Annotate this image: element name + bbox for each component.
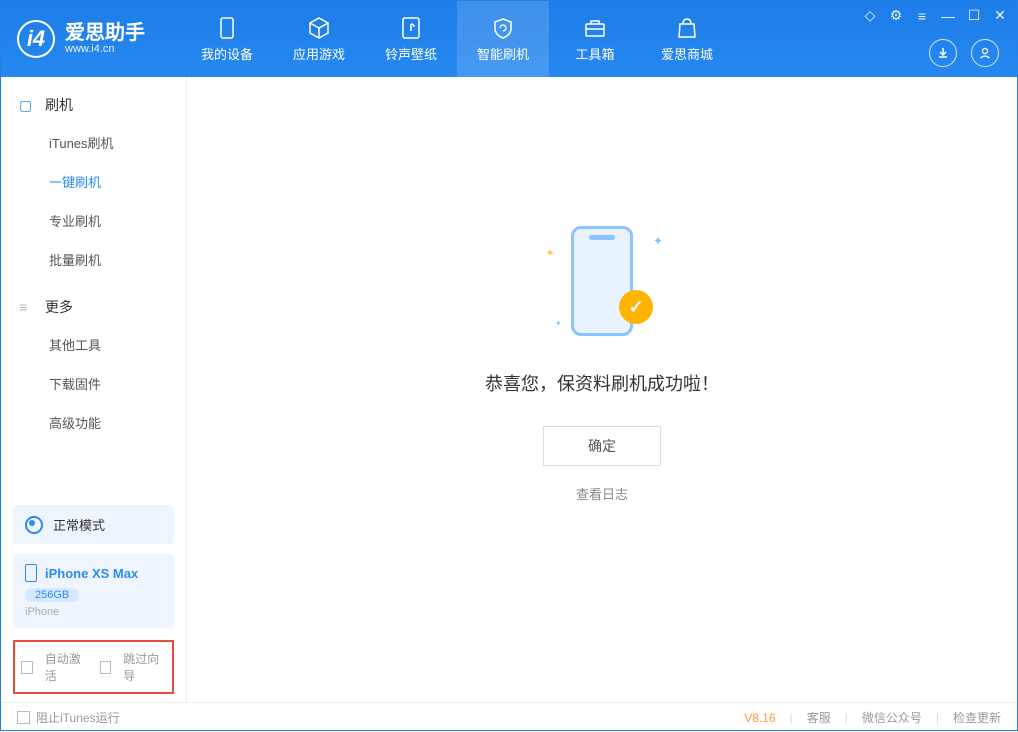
device-name: iPhone XS Max [45, 566, 138, 581]
menu-icon[interactable]: ≡ [913, 8, 931, 24]
nav-label: 智能刷机 [477, 44, 529, 63]
app-title: 爱思助手 [65, 23, 145, 43]
confirm-button[interactable]: 确定 [543, 426, 661, 466]
nav-ringtone-wallpaper[interactable]: 铃声壁纸 [365, 1, 457, 77]
section-title: 更多 [45, 297, 73, 317]
nav-label: 我的设备 [201, 44, 253, 63]
list-icon: ≡ [19, 299, 35, 315]
refresh-shield-icon [491, 16, 515, 40]
bag-icon [675, 16, 699, 40]
sidebar-item-advanced[interactable]: 高级功能 [1, 403, 186, 442]
sidebar: ▢ 刷机 iTunes刷机 一键刷机 专业刷机 批量刷机 ≡ 更多 其他工具 下… [1, 77, 187, 702]
user-icon[interactable] [971, 39, 999, 67]
minimize-icon[interactable]: — [939, 8, 957, 24]
app-header: i4 爱思助手 www.i4.cn 我的设备 应用游戏 铃声壁纸 智能刷机 工具… [1, 1, 1017, 77]
check-update-link[interactable]: 检查更新 [953, 709, 1001, 726]
logo-area: i4 爱思助手 www.i4.cn [1, 20, 161, 58]
main-nav: 我的设备 应用游戏 铃声壁纸 智能刷机 工具箱 爱思商城 [181, 1, 733, 77]
checkbox-auto-activate[interactable] [21, 661, 33, 674]
customer-service-link[interactable]: 客服 [807, 709, 831, 726]
nav-my-device[interactable]: 我的设备 [181, 1, 273, 77]
divider: | [936, 711, 939, 725]
music-file-icon [399, 16, 423, 40]
section-title: 刷机 [45, 95, 73, 115]
sparkle-icon: ✦ [653, 234, 663, 248]
checkbox-skip-guide[interactable] [100, 661, 112, 674]
cube-icon [307, 16, 331, 40]
version-label: V8.16 [744, 711, 775, 725]
device-mode-label: 正常模式 [53, 515, 105, 534]
sidebar-section-more: ≡ 更多 其他工具 下载固件 高级功能 [1, 279, 186, 442]
block-itunes-label: 阻止iTunes运行 [36, 709, 120, 726]
divider: | [845, 711, 848, 725]
footer-bar: 阻止iTunes运行 V8.16 | 客服 | 微信公众号 | 检查更新 [1, 702, 1017, 732]
skip-guide-label: 跳过向导 [123, 650, 166, 684]
device-mode-row[interactable]: 正常模式 [13, 505, 174, 544]
app-logo-icon: i4 [17, 20, 55, 58]
sidebar-header-flash: ▢ 刷机 [1, 91, 186, 123]
sparkle-icon: ✦ [545, 246, 555, 260]
view-log-link[interactable]: 查看日志 [576, 484, 628, 503]
success-illustration: ✦ ✦ ✦ ✓ [537, 216, 667, 346]
nav-label: 铃声壁纸 [385, 44, 437, 63]
sidebar-item-pro-flash[interactable]: 专业刷机 [1, 201, 186, 240]
highlighted-options-box: 自动激活 跳过向导 [13, 640, 174, 694]
theme-icon[interactable]: ◇ [861, 7, 879, 24]
footer-left: 阻止iTunes运行 [17, 709, 120, 726]
sidebar-item-itunes-flash[interactable]: iTunes刷机 [1, 123, 186, 162]
settings-icon[interactable]: ⚙ [887, 7, 905, 24]
sidebar-section-flash: ▢ 刷机 iTunes刷机 一键刷机 专业刷机 批量刷机 [1, 77, 186, 279]
sidebar-item-download-firmware[interactable]: 下载固件 [1, 364, 186, 403]
success-message: 恭喜您，保资料刷机成功啦！ [485, 370, 719, 396]
header-right-icons [929, 39, 999, 67]
mode-indicator-icon [25, 516, 43, 534]
phone-outline-icon: ▢ [19, 97, 35, 114]
nav-label: 爱思商城 [661, 44, 713, 63]
nav-label: 工具箱 [575, 44, 614, 63]
sidebar-item-batch-flash[interactable]: 批量刷机 [1, 240, 186, 279]
app-url: www.i4.cn [65, 43, 145, 55]
device-panel: 正常模式 iPhone XS Max 256GB iPhone [13, 505, 174, 628]
checkbox-block-itunes[interactable] [17, 711, 30, 724]
sidebar-item-other-tools[interactable]: 其他工具 [1, 325, 186, 364]
sidebar-header-more: ≡ 更多 [1, 293, 186, 325]
window-controls: ◇ ⚙ ≡ — ☐ ✕ [861, 7, 1009, 24]
sparkle-icon: ✦ [555, 319, 562, 328]
wechat-link[interactable]: 微信公众号 [862, 709, 922, 726]
main-content: ✦ ✦ ✦ ✓ 恭喜您，保资料刷机成功啦！ 确定 查看日志 [187, 77, 1017, 702]
sidebar-list-flash: iTunes刷机 一键刷机 专业刷机 批量刷机 [1, 123, 186, 279]
nav-label: 应用游戏 [293, 44, 345, 63]
logo-text: 爱思助手 www.i4.cn [65, 23, 145, 55]
auto-activate-label: 自动激活 [45, 650, 88, 684]
nav-app-games[interactable]: 应用游戏 [273, 1, 365, 77]
nav-store[interactable]: 爱思商城 [641, 1, 733, 77]
download-icon[interactable] [929, 39, 957, 67]
nav-smart-flash[interactable]: 智能刷机 [457, 1, 549, 77]
body-area: ▢ 刷机 iTunes刷机 一键刷机 专业刷机 批量刷机 ≡ 更多 其他工具 下… [1, 77, 1017, 702]
close-icon[interactable]: ✕ [991, 7, 1009, 24]
capacity-badge: 256GB [25, 588, 79, 602]
device-info-row[interactable]: iPhone XS Max 256GB iPhone [13, 554, 174, 628]
device-type: iPhone [25, 606, 162, 618]
device-icon [215, 16, 239, 40]
success-check-icon: ✓ [619, 290, 653, 324]
sidebar-list-more: 其他工具 下载固件 高级功能 [1, 325, 186, 442]
phone-small-icon [25, 564, 37, 582]
maximize-icon[interactable]: ☐ [965, 7, 983, 24]
nav-toolbox[interactable]: 工具箱 [549, 1, 641, 77]
sidebar-item-oneclick-flash[interactable]: 一键刷机 [1, 162, 186, 201]
toolbox-icon [583, 16, 607, 40]
footer-right: V8.16 | 客服 | 微信公众号 | 检查更新 [744, 709, 1001, 726]
device-name-row: iPhone XS Max [25, 564, 162, 582]
divider: | [790, 711, 793, 725]
